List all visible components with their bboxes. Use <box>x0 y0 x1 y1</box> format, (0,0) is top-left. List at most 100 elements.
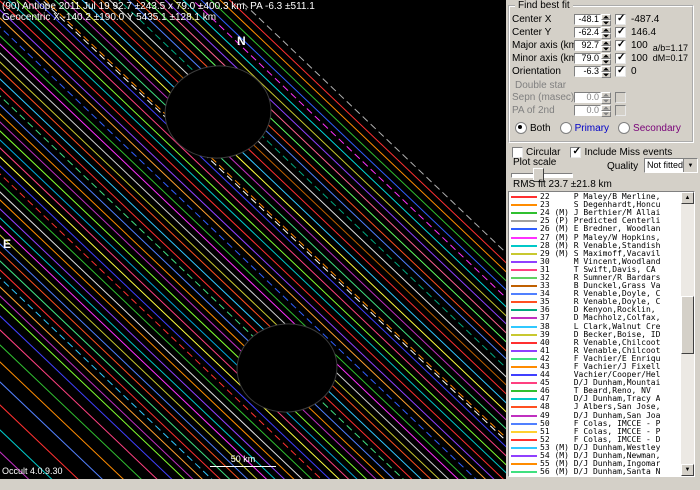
fit-parameter-checkbox[interactable] <box>615 27 626 38</box>
chord-line[interactable] <box>0 0 506 479</box>
chord-line[interactable] <box>0 0 506 479</box>
fit-parameter-spinner[interactable] <box>601 40 611 52</box>
fit-parameter-input[interactable]: -62.4 <box>574 27 601 38</box>
fit-parameter-checkbox[interactable] <box>615 14 626 25</box>
observer-list-item[interactable]: 46 T Beard,Reno, NV <box>509 387 681 395</box>
fit-parameter-input[interactable]: -6.3 <box>574 66 601 77</box>
chord-line[interactable] <box>0 0 506 479</box>
observer-name: 37 D Machholz,Colfax, <box>540 314 660 322</box>
chord-line[interactable] <box>0 0 506 479</box>
scroll-down-icon[interactable]: ▼ <box>681 464 694 476</box>
observer-list-item[interactable]: 51 F Colas, IMCCE - P <box>509 428 681 436</box>
spin-down-icon[interactable] <box>601 46 611 52</box>
observer-list-item[interactable]: 34 R Venable,Doyle, C <box>509 290 681 298</box>
pa-of-2nd-checkbox[interactable] <box>615 105 626 116</box>
fit-parameter-input[interactable]: 92.7 <box>574 40 601 51</box>
chord-line[interactable] <box>0 0 506 479</box>
observer-list-item[interactable]: 39 D Becker,Boise, ID <box>509 331 681 339</box>
separation-spinner[interactable] <box>601 92 611 104</box>
fit-parameter-checkbox[interactable] <box>615 40 626 51</box>
observer-list-item[interactable]: 52 F Colas, IMCCE - D <box>509 436 681 444</box>
fit-parameter-spinner[interactable] <box>601 14 611 26</box>
fit-parameter-spinner[interactable] <box>601 27 611 39</box>
spin-down-icon[interactable] <box>601 20 611 26</box>
observer-list-item[interactable]: 53 (M) D/J Dunham,Westley <box>509 444 681 452</box>
observer-list-item[interactable]: 49 D/J Dunham,San Joa <box>509 412 681 420</box>
fit-parameter-spinner[interactable] <box>601 53 611 65</box>
observer-list-item[interactable]: 26 (M) E Bredner, Woodlan <box>509 225 681 233</box>
observer-name: 48 J Albers,San Jose, <box>540 403 660 411</box>
separation-input[interactable]: 0.0 <box>574 92 601 103</box>
observer-list-item[interactable]: 31 T Swift,Davis, CA <box>509 266 681 274</box>
component-radio-both[interactable]: Both <box>515 122 551 134</box>
quality-dropdown[interactable]: Not fitted ▼ <box>644 158 698 173</box>
observer-list-item[interactable]: 41 R Venable,Chilcoot <box>509 347 681 355</box>
chord-line[interactable] <box>0 0 506 347</box>
fit-parameter-input[interactable]: 79.0 <box>574 53 601 64</box>
observer-list-item[interactable]: 22 P Maley/B Merline, <box>509 193 681 201</box>
chord-line[interactable] <box>0 0 506 364</box>
observer-list-item[interactable]: 24 (M) J Berthier/M Allai <box>509 209 681 217</box>
observer-list-item[interactable]: 43 F Vachier/J Fixell <box>509 363 681 371</box>
chord-line[interactable] <box>0 0 506 479</box>
spin-down-icon[interactable] <box>601 111 611 117</box>
observer-list-item[interactable]: 47 D/J Dunham,Tracy A <box>509 395 681 403</box>
observer-list-item[interactable]: 35 R Venable,Doyle, C <box>509 298 681 306</box>
observer-list-item[interactable]: 40 R Venable,Chilcoot <box>509 339 681 347</box>
observer-list-item[interactable]: 48 J Albers,San Jose, <box>509 403 681 411</box>
observer-list-item[interactable]: 32 R Sumner/R Bardars <box>509 274 681 282</box>
spin-down-icon[interactable] <box>601 72 611 78</box>
observer-list-item[interactable]: 45 D/J Dunham,Mountai <box>509 379 681 387</box>
list-scrollbar[interactable]: ▲ ▼ <box>681 192 694 476</box>
fit-parameter-checkbox[interactable] <box>615 66 626 77</box>
scrollbar-thumb[interactable] <box>681 296 694 354</box>
radio-icon[interactable] <box>618 122 630 134</box>
observer-list-item[interactable]: 30 M Vincent,Woodland <box>509 258 681 266</box>
observer-list-item[interactable]: 42 F Vachier/E Enriqu <box>509 355 681 363</box>
chord-line[interactable] <box>0 0 506 479</box>
chord-line[interactable] <box>0 0 506 479</box>
observer-list-item[interactable]: 50 F Colas, IMCCE - P <box>509 420 681 428</box>
chord-line[interactable] <box>0 0 506 479</box>
observer-name: 55 (M) D/J Dunham,Ingomar <box>540 460 660 468</box>
observer-list-item[interactable]: 33 B Dunckel,Grass Va <box>509 282 681 290</box>
include-miss-label: Include Miss events <box>584 147 672 158</box>
observer-list-item[interactable]: 37 D Machholz,Colfax, <box>509 314 681 322</box>
observer-list-item[interactable]: 55 (M) D/J Dunham,Ingomar <box>509 460 681 468</box>
chord-line[interactable] <box>0 0 506 479</box>
chord-line[interactable] <box>0 0 506 479</box>
component-radio-primary[interactable]: Primary <box>560 122 609 134</box>
chord-line[interactable] <box>0 0 506 479</box>
separation-checkbox[interactable] <box>615 92 626 103</box>
observer-list-item[interactable]: 27 (M) P Maley/W Hopkins, <box>509 233 681 241</box>
occultation-plot: (90) Antiope 2011 Jul 19 92.7 ±243.5 x 7… <box>0 0 506 479</box>
component-radio-secondary[interactable]: Secondary <box>618 122 681 134</box>
pa-of-2nd-spinner[interactable] <box>601 105 611 117</box>
observer-list-item[interactable]: 28 (M) R Venable,Standish <box>509 242 681 250</box>
observer-list-item[interactable]: 38 L Clark,Walnut Cre <box>509 323 681 331</box>
radio-icon[interactable] <box>560 122 572 134</box>
fit-parameter-result: 100 <box>631 40 648 51</box>
scroll-up-icon[interactable]: ▲ <box>681 192 694 204</box>
include-miss-checkbox[interactable] <box>570 147 581 158</box>
observer-list-item[interactable]: 25 (P) Predicted Centerli <box>509 217 681 225</box>
pa-of-2nd-input[interactable]: 0.0 <box>574 105 601 116</box>
spin-down-icon[interactable] <box>601 59 611 65</box>
fit-parameter-spinner[interactable] <box>601 66 611 78</box>
spin-down-icon[interactable] <box>601 33 611 39</box>
observer-list-item[interactable]: 54 (M) D/J Dunham,Newman, <box>509 452 681 460</box>
chord-color-swatch <box>511 309 537 311</box>
chevron-down-icon[interactable]: ▼ <box>683 159 697 172</box>
chord-line[interactable] <box>0 0 506 479</box>
observer-list-item[interactable]: 23 S Degenhardt,Honcu <box>509 201 681 209</box>
observer-list-item[interactable]: 44 Vachier/Cooper/Hel <box>509 371 681 379</box>
radio-icon[interactable] <box>515 122 527 134</box>
observer-list-item[interactable]: 29 (M) S Maximoff,Vacavil <box>509 250 681 258</box>
observer-list-item[interactable]: 56 (M) D/J Dunham,Santa N <box>509 468 681 476</box>
chord-line[interactable] <box>0 0 506 479</box>
observer-list-item[interactable]: 36 D Kenyon,Rocklin, <box>509 306 681 314</box>
fit-parameter-input[interactable]: -48.1 <box>574 14 601 25</box>
spin-down-icon[interactable] <box>601 98 611 104</box>
include-miss-option[interactable]: Include Miss events <box>570 147 672 158</box>
fit-parameter-checkbox[interactable] <box>615 53 626 64</box>
